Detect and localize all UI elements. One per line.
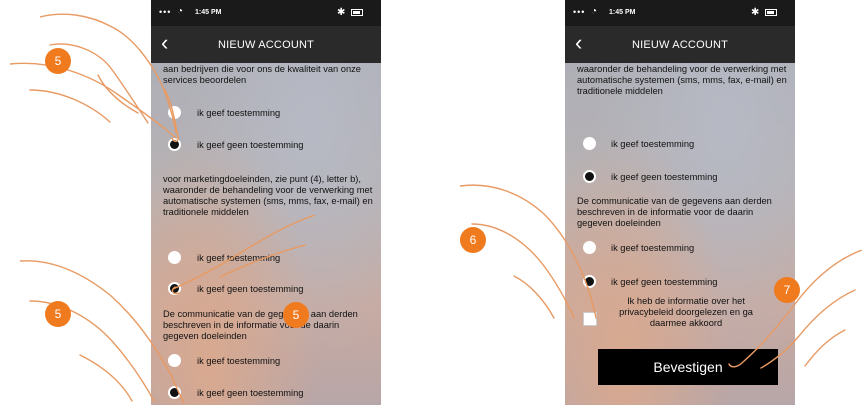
status-bar: ••• ◔ 1:45 PM ✱ [565,0,795,26]
nav-bar: ‹ NIEUW ACCOUNT [565,26,795,63]
bluetooth-icon: ✱ [751,7,760,18]
consent-text-third-parties: De communicatie van de gegevens aan derd… [577,196,772,228]
page-title: NIEUW ACCOUNT [631,39,729,51]
consent-text-third-parties: De communicatie van de gegevens aan derd… [163,309,358,341]
battery-icon [351,9,363,16]
pointing-hand-icon [20,260,185,404]
option-label-yes-3: ik geef toestemming [197,356,281,366]
step-callout-badge: 5 [45,48,71,74]
radio-consent-yes-2[interactable] [583,137,596,150]
consent-text-marketing: voor marketingdoeleinden, zie punt (4), … [163,174,373,217]
step-callout-badge: 6 [460,227,486,253]
option-label-no-1: ik geef geen toestemming [197,140,304,150]
option-label-no-3: ik geef geen toestemming [197,388,304,398]
pointing-hand-icon [10,62,177,139]
step-callout-badge: 5 [45,301,71,327]
step-callout-badge: 5 [283,302,309,328]
option-label-no-2: ik geef geen toestemming [611,172,718,182]
status-time: 1:45 PM [195,9,222,16]
consent-text-quality: aan bedrijven die voor ons de kwaliteit … [163,64,361,85]
option-label-yes-3: ik geef toestemming [611,243,695,253]
option-label-yes-2: ik geef toestemming [611,139,695,149]
signal-dots-icon: ••• [573,7,586,17]
bluetooth-icon: ✱ [337,7,346,18]
option-label-no-3: ik geef geen toestemming [611,277,718,287]
option-label-yes-1: ik geef toestemming [197,108,281,118]
step-callout-badge: 7 [774,277,800,303]
wifi-icon: ◔ [591,6,598,17]
pointing-hand-icon [728,250,862,369]
status-time: 1:45 PM [609,9,636,16]
battery-icon [765,9,777,16]
